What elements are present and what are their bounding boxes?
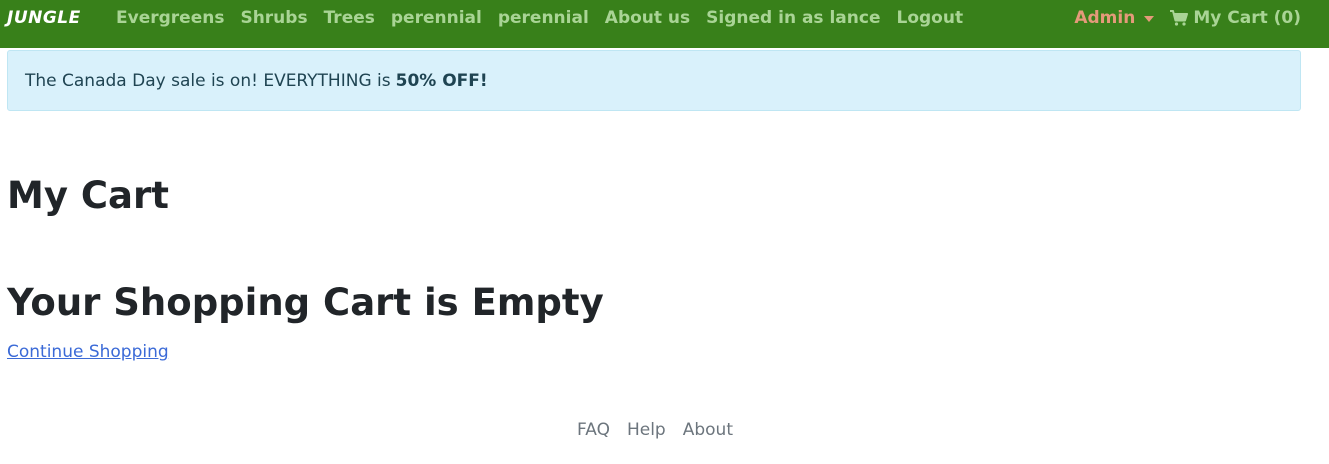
footer-link-help[interactable]: Help [627,418,666,442]
sale-alert-emphasis: 50% OFF! [395,70,488,91]
nav-link-shrubs[interactable]: Shrubs [232,7,315,29]
nav-link-perennial-2[interactable]: perennial [490,7,597,29]
nav-right: Admin My Cart (0) [1074,7,1301,29]
shopping-cart-icon [1170,10,1189,26]
footer: FAQ Help About [0,418,1310,442]
my-cart-link[interactable]: My Cart (0) [1170,7,1301,29]
sale-alert-banner: The Canada Day sale is on! EVERYTHING is… [7,50,1301,111]
signed-in-status-link[interactable]: Signed in as lance [698,7,888,29]
nav-link-evergreens[interactable]: Evergreens [108,7,232,29]
admin-label: Admin [1074,8,1136,28]
nav-link-trees[interactable]: Trees [316,7,383,29]
top-navbar: JUNGLE Evergreens Shrubs Trees perennial… [0,0,1329,48]
logout-link[interactable]: Logout [888,7,971,29]
empty-cart-heading: Your Shopping Cart is Empty [7,281,604,324]
nav-link-about-us[interactable]: About us [597,7,698,29]
footer-link-faq[interactable]: FAQ [577,418,610,442]
admin-dropdown-toggle[interactable]: Admin [1074,7,1155,29]
continue-shopping-link[interactable]: Continue Shopping [7,340,169,364]
caret-down-icon [1144,16,1155,22]
nav-links: Evergreens Shrubs Trees perennial perenn… [108,7,971,29]
sale-alert-text: The Canada Day sale is on! EVERYTHING is [25,70,391,91]
brand-logo[interactable]: JUNGLE [7,7,81,29]
page-title: My Cart [7,174,169,217]
my-cart-label: My Cart (0) [1193,8,1301,28]
nav-link-perennial-1[interactable]: perennial [383,7,490,29]
footer-link-about[interactable]: About [683,418,733,442]
